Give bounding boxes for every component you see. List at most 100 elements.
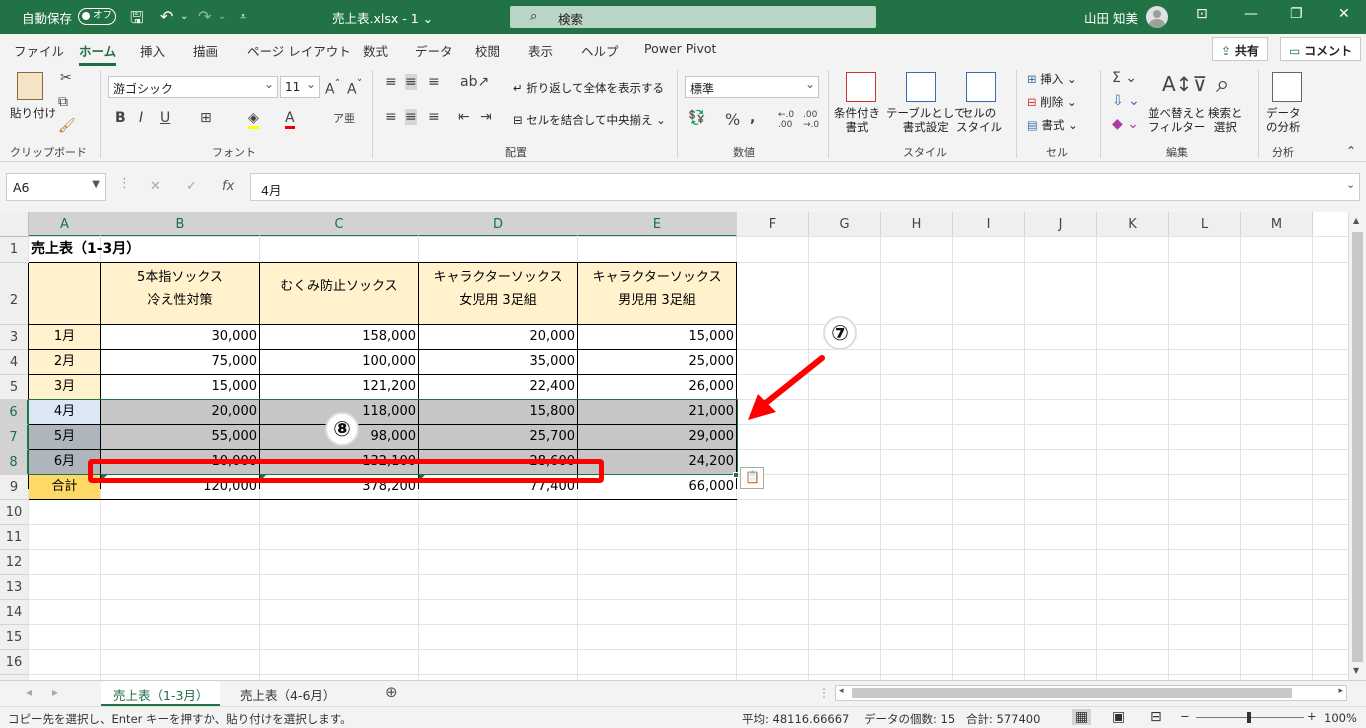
worksheet-grid[interactable]: ABCDEFGHIJKLM 1234567891011121314151617 … — [0, 212, 1366, 700]
cell-styles-button[interactable]: セルの スタイル — [956, 106, 1002, 134]
tab-insert[interactable]: 挿入 — [140, 41, 165, 60]
analyze-data-button[interactable]: データ の分析 — [1266, 106, 1301, 134]
column-header-B[interactable]: B — [101, 212, 260, 237]
column-header-M[interactable]: M — [1241, 212, 1313, 237]
zoom-level[interactable]: 100% — [1324, 711, 1357, 725]
value-cell[interactable]: 15,000 — [101, 375, 259, 399]
row-header-2[interactable]: 2 — [0, 263, 29, 325]
formula-input[interactable]: 4月 — [250, 173, 1360, 201]
column-header-C[interactable]: C — [260, 212, 419, 237]
currency-icon[interactable]: 💱 — [688, 110, 705, 126]
enter-icon[interactable]: ✓ — [186, 179, 197, 194]
row-header-10[interactable]: 10 — [0, 500, 29, 525]
name-box[interactable]: A6 ▼ — [6, 173, 106, 201]
row-header-5[interactable]: 5 — [0, 375, 29, 400]
number-format-select[interactable]: 標準 — [685, 76, 819, 98]
vertical-scrollbar[interactable]: ▲ ▼ — [1348, 212, 1366, 680]
border-icon[interactable]: ⊞ — [200, 110, 212, 126]
autosave-toggle[interactable]: オフ — [78, 8, 116, 25]
row-header-14[interactable]: 14 — [0, 600, 29, 625]
value-cell[interactable]: 20,000 — [419, 325, 577, 349]
column-header-A[interactable]: A — [29, 212, 101, 237]
prev-sheet-icon[interactable]: ◂ — [26, 685, 32, 699]
increase-font-icon[interactable]: Aˆ — [325, 77, 340, 98]
paste-options-button[interactable]: 📋 — [740, 467, 764, 489]
paste-button[interactable]: 貼り付け — [10, 106, 56, 120]
align-top-icon[interactable]: ≡ — [385, 74, 397, 90]
row-header-9[interactable]: 9 — [0, 475, 29, 500]
tab-view[interactable]: 表示 — [528, 41, 553, 60]
format-painter-icon[interactable]: 🖌 — [58, 118, 76, 134]
column-header-K[interactable]: K — [1097, 212, 1169, 237]
zoom-out-icon[interactable]: − — [1180, 709, 1190, 723]
value-cell[interactable]: 30,000 — [101, 325, 259, 349]
redo-icon[interactable]: ↷ — [198, 7, 211, 26]
tab-draw[interactable]: 描画 — [193, 41, 218, 60]
font-color-icon[interactable]: A — [285, 110, 295, 129]
font-size-select[interactable]: 11 — [280, 76, 320, 98]
decrease-font-icon[interactable]: Aˇ — [347, 77, 362, 98]
value-cell[interactable]: 35,000 — [419, 350, 577, 374]
minimize-icon[interactable]: — — [1244, 6, 1258, 22]
customize-qat-icon[interactable]: ⩡ — [240, 10, 246, 24]
zoom-in-icon[interactable]: + — [1307, 709, 1317, 723]
comma-icon[interactable]: , — [750, 110, 755, 126]
page-layout-view-icon[interactable]: ▣ — [1112, 709, 1125, 725]
sheet-tab-2[interactable]: 売上表（4-6月） — [228, 681, 347, 707]
undo-icon[interactable]: ↶ — [160, 7, 173, 26]
phonetic-icon[interactable]: ア亜 — [333, 110, 355, 126]
value-cell[interactable]: 15,000 — [578, 325, 736, 349]
header-cell[interactable]: 5本指ソックス 冷え性対策 — [101, 263, 259, 324]
share-button[interactable]: ⇪ 共有 — [1212, 37, 1268, 61]
row-header-13[interactable]: 13 — [0, 575, 29, 600]
value-cell[interactable]: 121,200 — [260, 375, 418, 399]
sheet-title-cell[interactable]: 売上表（1-3月） — [29, 237, 140, 262]
row-header-7[interactable]: 7 — [0, 425, 29, 450]
normal-view-icon[interactable]: ▦ — [1072, 709, 1092, 725]
font-name-select[interactable]: 游ゴシック — [108, 76, 278, 98]
insert-cells-button[interactable]: ⊞ 挿入 ⌄ — [1027, 72, 1077, 86]
value-cell[interactable]: 25,000 — [578, 350, 736, 374]
tab-power-pivot[interactable]: Power Pivot — [644, 41, 716, 56]
horizontal-scrollbar[interactable]: ◂ ▸ — [835, 685, 1347, 701]
page-break-view-icon[interactable]: ⊟ — [1150, 709, 1162, 725]
column-header-E[interactable]: E — [578, 212, 737, 237]
column-header-G[interactable]: G — [809, 212, 881, 237]
align-left-icon[interactable]: ≡ — [385, 109, 397, 125]
value-cell[interactable]: 26,000 — [578, 375, 736, 399]
column-header-D[interactable]: D — [419, 212, 578, 237]
format-as-table-button[interactable]: テーブルとして 書式設定 — [886, 106, 965, 134]
fill-handle[interactable] — [733, 472, 739, 478]
next-sheet-icon[interactable]: ▸ — [52, 685, 58, 699]
row-header-4[interactable]: 4 — [0, 350, 29, 375]
underline-icon[interactable]: U — [160, 110, 170, 126]
align-bottom-icon[interactable]: ≡ — [428, 74, 440, 90]
month-cell[interactable]: 3月 — [29, 375, 100, 399]
tab-formulas[interactable]: 数式 — [363, 41, 388, 60]
row-header-15[interactable]: 15 — [0, 625, 29, 650]
header-cell[interactable]: キャラクターソックス 男児用 3足組 — [578, 263, 736, 324]
delete-cells-button[interactable]: ⊟ 削除 ⌄ — [1027, 95, 1077, 109]
clear-icon[interactable]: ◆ ⌄ — [1112, 116, 1139, 132]
avatar[interactable] — [1146, 6, 1168, 28]
save-icon[interactable]: 🖫 — [130, 7, 144, 34]
fill-color-icon[interactable]: ◈ — [248, 110, 259, 129]
autosum-icon[interactable]: Σ ⌄ — [1112, 70, 1137, 86]
find-select-button[interactable]: 検索と 選択 — [1208, 106, 1243, 134]
increase-indent-icon[interactable]: ⇥ — [480, 109, 492, 125]
tab-page-layout[interactable]: ページ レイアウト — [247, 41, 351, 60]
zoom-thumb[interactable] — [1247, 712, 1251, 723]
column-header-F[interactable]: F — [737, 212, 809, 237]
sheet-tab-1[interactable]: 売上表（1-3月） — [101, 681, 221, 707]
align-center-icon[interactable]: ≡ — [405, 109, 417, 125]
conditional-format-button[interactable]: 条件付き 書式 — [834, 106, 880, 134]
close-icon[interactable]: ✕ — [1338, 6, 1350, 22]
cancel-icon[interactable]: ✕ — [150, 179, 161, 194]
row-header-1[interactable]: 1 — [0, 237, 29, 263]
row-header-6[interactable]: 6 — [0, 400, 29, 425]
value-cell[interactable]: 100,000 — [260, 350, 418, 374]
redo-dropdown-icon[interactable]: ⌄ — [218, 11, 226, 22]
row-header-8[interactable]: 8 — [0, 450, 29, 475]
tab-data[interactable]: データ — [415, 41, 453, 60]
search-box[interactable]: ⌕ 検索 — [510, 6, 876, 28]
